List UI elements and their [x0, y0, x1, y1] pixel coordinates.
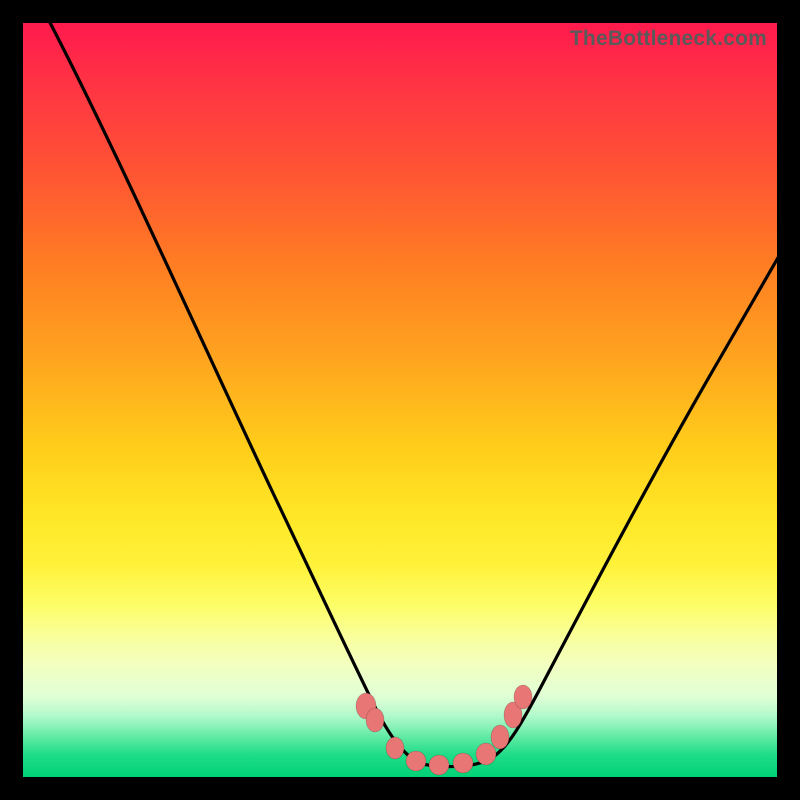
marker-dot: [476, 743, 496, 765]
marker-dot: [429, 755, 449, 775]
marker-dot: [453, 753, 473, 773]
marker-group: [356, 685, 532, 775]
outer-frame: TheBottleneck.com: [0, 0, 800, 800]
marker-dot: [406, 751, 426, 771]
chart-svg: [23, 23, 777, 777]
marker-dot: [491, 725, 509, 749]
marker-dot: [386, 737, 404, 759]
marker-dot: [514, 685, 532, 709]
bottleneck-curve: [45, 23, 777, 766]
plot-area: TheBottleneck.com: [23, 23, 777, 777]
marker-dot: [366, 708, 384, 732]
